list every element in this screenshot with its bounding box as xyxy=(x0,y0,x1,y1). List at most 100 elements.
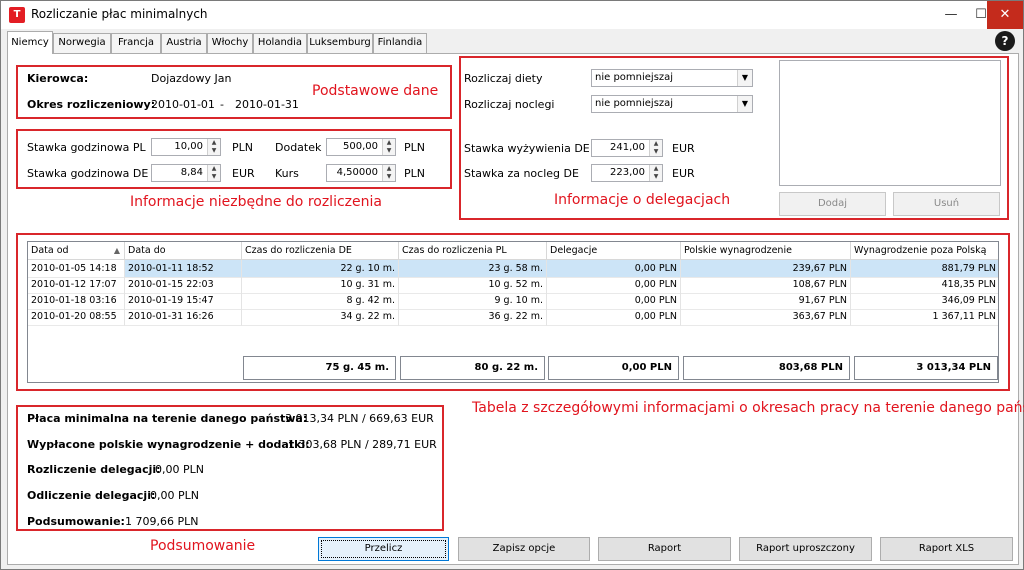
pl-rate-stepper[interactable]: 10,00 ▲ ▼ xyxy=(151,138,221,156)
spin-arrows-icon[interactable]: ▲ ▼ xyxy=(207,139,220,155)
nights-label: Rozliczaj noclegi xyxy=(464,98,555,111)
tab-austria[interactable]: Austria xyxy=(161,33,207,53)
cell-time-de: 34 g. 22 m. xyxy=(242,308,399,326)
tab-francja[interactable]: Francja xyxy=(111,33,161,53)
basic-data-annotation: Podstawowe dane xyxy=(312,83,439,99)
pl-rate-unit: PLN xyxy=(232,141,253,154)
column-header-time-de[interactable]: Czas do rozliczenia DE xyxy=(242,242,399,260)
spin-arrows-icon[interactable]: ▲ ▼ xyxy=(207,165,220,181)
paid-value: 1 303,68 PLN / 289,71 EUR xyxy=(288,438,437,451)
save-options-button[interactable]: Zapisz opcje xyxy=(458,537,590,561)
bonus-label: Dodatek xyxy=(275,141,322,154)
periods-table[interactable]: Data od ▲ Data do Czas do rozliczenia DE … xyxy=(27,241,999,383)
summary-annotation: Podsumowanie xyxy=(150,538,256,554)
table-annotation: Tabela z szczegółowymi informacjami o ok… xyxy=(472,400,1024,416)
night-rate-label: Stawka za nocleg DE xyxy=(464,167,579,180)
nights-value: nie pomniejszaj xyxy=(595,98,674,109)
chevron-down-icon[interactable]: ▼ xyxy=(737,96,752,112)
tab-niemcy[interactable]: Niemcy xyxy=(7,31,53,54)
column-header-foreign-salary[interactable]: Wynagrodzenie poza Polską xyxy=(851,242,998,260)
diets-label: Rozliczaj diety xyxy=(464,72,543,85)
focus-ring xyxy=(321,540,446,558)
report-button[interactable]: Raport xyxy=(598,537,731,561)
spin-arrows-icon[interactable]: ▲ ▼ xyxy=(382,139,395,155)
delegation-deduction-value: 0,00 PLN xyxy=(150,489,199,502)
exchange-rate-unit: PLN xyxy=(404,167,425,180)
delegation-settlement-label: Rozliczenie delegacji: xyxy=(27,463,161,476)
column-header-time-pl[interactable]: Czas do rozliczenia PL xyxy=(399,242,547,260)
food-rate-value: 241,00 xyxy=(610,142,645,153)
column-header-polish-salary[interactable]: Polskie wynagrodzenie xyxy=(681,242,851,260)
pl-rate-value: 10,00 xyxy=(174,141,203,152)
sort-up-icon: ▲ xyxy=(113,246,120,255)
exchange-rate-label: Kurs xyxy=(275,167,299,180)
add-delegation-button[interactable]: Dodaj xyxy=(779,192,886,216)
paid-label: Wypłacone polskie wynagrodzenie + dodatk… xyxy=(27,438,310,451)
close-icon[interactable]: ✕ xyxy=(987,1,1023,29)
recalculate-button[interactable]: Przelicz xyxy=(318,537,449,561)
total-foreign-salary: 3 013,34 PLN xyxy=(854,356,998,380)
food-rate-unit: EUR xyxy=(672,142,695,155)
cell-polish-salary: 363,67 PLN xyxy=(681,308,851,326)
period-label: Okres rozliczeniowy: xyxy=(27,98,156,111)
night-rate-unit: EUR xyxy=(672,167,695,180)
column-header-date-to[interactable]: Data do xyxy=(125,242,242,260)
pl-rate-label: Stawka godzinowa PL xyxy=(27,141,146,154)
tab-luksemburg[interactable]: Luksemburg xyxy=(307,33,373,53)
delegation-annotation: Informacje o delegacjach xyxy=(554,192,731,208)
bonus-value: 500,00 xyxy=(343,141,378,152)
exchange-rate-value: 4,50000 xyxy=(336,167,378,178)
delegation-deduction-label: Odliczenie delegacji: xyxy=(27,489,156,502)
app-window: T Rozliczanie płac minimalnych — ☐ ✕ Nie… xyxy=(0,0,1024,570)
period-to: 2010-01-31 xyxy=(235,98,299,111)
summary-total-label: Podsumowanie: xyxy=(27,515,125,528)
min-wage-value: 3 013,34 PLN / 669,63 EUR xyxy=(285,412,434,425)
night-rate-stepper[interactable]: 223,00 ▲ ▼ xyxy=(591,164,663,182)
food-rate-label: Stawka wyżywienia DE xyxy=(464,142,590,155)
title-bar: T Rozliczanie płac minimalnych — ☐ ✕ xyxy=(1,1,1023,29)
diets-select[interactable]: nie pomniejszaj ▼ xyxy=(591,69,753,87)
driver-value: Dojazdowy Jan xyxy=(151,72,232,85)
app-logo-icon: T xyxy=(9,7,25,23)
de-rate-unit: EUR xyxy=(232,167,255,180)
tab-holandia[interactable]: Holandia xyxy=(253,33,307,53)
spin-arrows-icon[interactable]: ▲ ▼ xyxy=(649,140,662,156)
cell-delegations: 0,00 PLN xyxy=(547,308,681,326)
cell-foreign-salary: 1 367,11 PLN xyxy=(851,308,998,326)
help-icon[interactable]: ? xyxy=(995,31,1015,51)
tab-wlochy[interactable]: Włochy xyxy=(207,33,253,53)
period-separator: - xyxy=(220,98,224,111)
delegation-list[interactable] xyxy=(779,60,1001,186)
rates-annotation: Informacje niezbędne do rozliczenia xyxy=(130,194,382,210)
nights-select[interactable]: nie pomniejszaj ▼ xyxy=(591,95,753,113)
column-header-delegations[interactable]: Delegacje xyxy=(547,242,681,260)
de-rate-label: Stawka godzinowa DE xyxy=(27,167,149,180)
total-polish-salary: 803,68 PLN xyxy=(683,356,850,380)
night-rate-value: 223,00 xyxy=(610,167,645,178)
window-title: Rozliczanie płac minimalnych xyxy=(31,7,208,21)
diets-value: nie pomniejszaj xyxy=(595,72,674,83)
bonus-stepper[interactable]: 500,00 ▲ ▼ xyxy=(326,138,396,156)
tab-finlandia[interactable]: Finlandia xyxy=(373,33,427,53)
xls-report-button[interactable]: Raport XLS xyxy=(880,537,1013,561)
period-from: 2010-01-01 xyxy=(151,98,215,111)
exchange-rate-stepper[interactable]: 4,50000 ▲ ▼ xyxy=(326,164,396,182)
de-rate-value: 8,84 xyxy=(180,167,203,178)
remove-delegation-button[interactable]: Usuń xyxy=(893,192,1000,216)
summary-total-value: 1 709,66 PLN xyxy=(125,515,199,528)
spin-arrows-icon[interactable]: ▲ ▼ xyxy=(382,165,395,181)
total-time-pl: 80 g. 22 m. xyxy=(400,356,545,380)
tab-norwegia[interactable]: Norwegia xyxy=(53,33,111,53)
column-header-date-from[interactable]: Data od ▲ xyxy=(28,242,125,260)
cell-date-from: 2010-01-20 08:55 xyxy=(28,308,125,326)
cell-date-to: 2010-01-31 16:26 xyxy=(125,308,242,326)
food-rate-stepper[interactable]: 241,00 ▲ ▼ xyxy=(591,139,663,157)
driver-label: Kierowca: xyxy=(27,72,89,85)
chevron-down-icon[interactable]: ▼ xyxy=(737,70,752,86)
total-delegations: 0,00 PLN xyxy=(548,356,679,380)
cell-time-pl: 36 g. 22 m. xyxy=(399,308,547,326)
de-rate-stepper[interactable]: 8,84 ▲ ▼ xyxy=(151,164,221,182)
delegation-settlement-value: 0,00 PLN xyxy=(155,463,204,476)
simple-report-button[interactable]: Raport uproszczony xyxy=(739,537,872,561)
spin-arrows-icon[interactable]: ▲ ▼ xyxy=(649,165,662,181)
